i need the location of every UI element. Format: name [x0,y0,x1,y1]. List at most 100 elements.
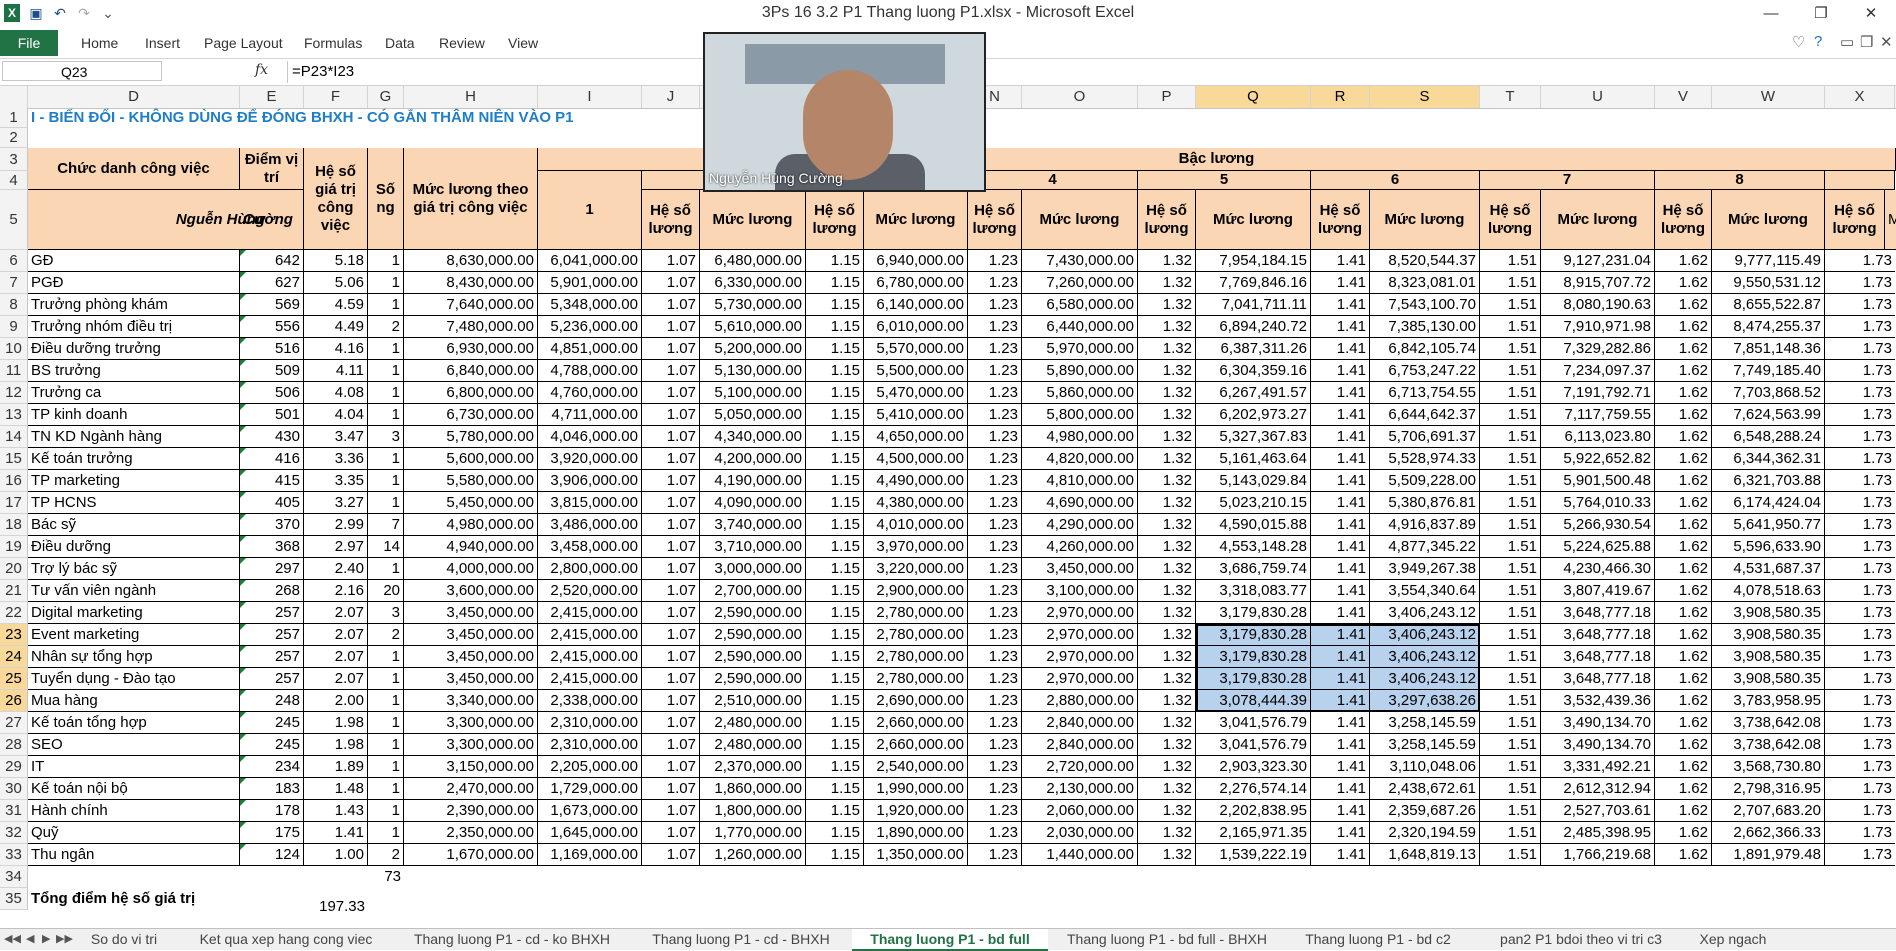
cell-v[interactable]: 1.62 [1655,492,1712,514]
column-header-x[interactable]: X [1825,86,1895,108]
cell-s[interactable]: 3,297,638.26 [1370,690,1480,712]
cell-i[interactable]: 1,673,000.00 [538,800,642,822]
cell-n[interactable]: 1.23 [968,690,1022,712]
cell-n[interactable]: 1.23 [968,734,1022,756]
row-header-7[interactable]: 7 [0,272,28,294]
cell-k[interactable]: 5,730,000.00 [700,294,806,316]
cell-o[interactable]: 3,100,000.00 [1022,580,1138,602]
cell-f[interactable]: 1.48 [304,778,368,800]
cell-e[interactable]: 556 [240,316,304,338]
cell-l[interactable]: 1.15 [806,382,864,404]
cell-h[interactable]: 2,350,000.00 [404,822,538,844]
cell-p[interactable]: 1.32 [1138,734,1196,756]
cell-i[interactable]: 2,415,000.00 [538,668,642,690]
row-header-4[interactable]: 4 [0,171,28,190]
cell-v[interactable]: 1.62 [1655,580,1712,602]
cell-x[interactable]: 1.73 [1825,822,1895,844]
cell-s[interactable]: 6,842,105.74 [1370,338,1480,360]
cell-v[interactable]: 1.62 [1655,602,1712,624]
cell-f[interactable]: 3.27 [304,492,368,514]
cell-o[interactable]: 5,800,000.00 [1022,404,1138,426]
cell-m[interactable]: 2,780,000.00 [864,624,968,646]
cell-p[interactable]: 1.32 [1138,668,1196,690]
cell-q[interactable]: 6,387,311.26 [1196,338,1311,360]
minimize-button[interactable]: — [1746,0,1796,28]
cell-e[interactable]: 248 [240,690,304,712]
cell-p[interactable]: 1.32 [1138,426,1196,448]
first-sheet-icon[interactable]: ◀◀ [4,929,21,949]
column-header-e[interactable]: E [240,86,304,108]
cell-l[interactable]: 1.15 [806,602,864,624]
cell-l[interactable]: 1.15 [806,668,864,690]
row-header-32[interactable]: 32 [0,822,28,844]
cell-f[interactable]: 4.49 [304,316,368,338]
cell-l[interactable]: 1.15 [806,338,864,360]
row-header-15[interactable]: 15 [0,448,28,470]
row-header-19[interactable]: 19 [0,536,28,558]
cell-d[interactable]: Kế toán trưởng [28,448,240,470]
cell-f[interactable]: 4.11 [304,360,368,382]
cell-m[interactable]: 2,660,000.00 [864,712,968,734]
cell-o[interactable]: 2,840,000.00 [1022,734,1138,756]
cell-s[interactable]: 5,706,691.37 [1370,426,1480,448]
row-header-28[interactable]: 28 [0,734,28,756]
cell-r[interactable]: 1.41 [1311,778,1370,800]
cell-q[interactable]: 7,041,711.11 [1196,294,1311,316]
cell-k[interactable]: 1,770,000.00 [700,822,806,844]
column-header-f[interactable]: F [304,86,368,108]
formula-input[interactable]: =P23*I23 [287,61,1892,83]
cell-o[interactable]: 2,970,000.00 [1022,602,1138,624]
workbook-close-icon[interactable]: ✕ [1880,33,1893,51]
cell-x[interactable]: 1.73 [1825,272,1895,294]
cell-n[interactable]: 1.23 [968,338,1022,360]
cell-t[interactable]: 1.51 [1480,756,1541,778]
cell-n[interactable]: 1.23 [968,778,1022,800]
cell-d[interactable]: Event marketing [28,624,240,646]
cell-i[interactable]: 4,046,000.00 [538,426,642,448]
column-header-p[interactable]: P [1138,86,1196,108]
cell-h[interactable]: 8,630,000.00 [404,250,538,272]
cell-f[interactable]: 1.98 [304,712,368,734]
cell-x[interactable]: 1.73 [1825,448,1895,470]
cell-d[interactable]: Điều dưỡng trưởng [28,338,240,360]
row-header-34[interactable]: 34 [0,866,28,888]
cell-u[interactable]: 5,764,010.33 [1541,492,1655,514]
cell-t[interactable]: 1.51 [1480,492,1541,514]
cell-q[interactable]: 3,041,576.79 [1196,734,1311,756]
row-header-1[interactable]: 1 [0,108,28,128]
cell-d[interactable]: Bác sỹ [28,514,240,536]
cell-v[interactable]: 1.62 [1655,250,1712,272]
cell-v[interactable]: 1.62 [1655,756,1712,778]
cell-p[interactable]: 1.32 [1138,272,1196,294]
cell-d[interactable]: Kế toán nội bộ [28,778,240,800]
cell-k[interactable]: 2,590,000.00 [700,668,806,690]
cell-j[interactable]: 1.07 [642,558,700,580]
cell-g[interactable]: 1 [368,294,404,316]
cell-x[interactable]: 1.73 [1825,844,1895,866]
cell-q[interactable]: 6,202,973.27 [1196,404,1311,426]
cell-g[interactable]: 2 [368,624,404,646]
cell-h[interactable]: 4,000,000.00 [404,558,538,580]
cell-x[interactable]: 1.73 [1825,558,1895,580]
cell-o[interactable]: 4,810,000.00 [1022,470,1138,492]
tab-review[interactable]: Review [439,35,485,51]
cell-l[interactable]: 1.15 [806,470,864,492]
cell-s[interactable]: 3,949,267.38 [1370,558,1480,580]
row-header-31[interactable]: 31 [0,800,28,822]
cell-x[interactable]: 1.73 [1825,712,1895,734]
cell-q[interactable]: 1,539,222.19 [1196,844,1311,866]
cell-k[interactable]: 5,200,000.00 [700,338,806,360]
cell-h[interactable]: 3,600,000.00 [404,580,538,602]
cell-h[interactable]: 3,340,000.00 [404,690,538,712]
cell-w[interactable]: 7,851,148.36 [1712,338,1825,360]
cell-w[interactable]: 4,078,518.63 [1712,580,1825,602]
cell-p[interactable]: 1.32 [1138,316,1196,338]
cell-d[interactable]: PGĐ [28,272,240,294]
cell-f[interactable]: 3.36 [304,448,368,470]
cell-v[interactable]: 1.62 [1655,668,1712,690]
cell-g[interactable]: 1 [368,822,404,844]
cell-w[interactable]: 7,624,563.99 [1712,404,1825,426]
cell-i[interactable]: 2,310,000.00 [538,734,642,756]
cell-u[interactable]: 3,490,134.70 [1541,712,1655,734]
row-header-3[interactable]: 3 [0,148,28,171]
